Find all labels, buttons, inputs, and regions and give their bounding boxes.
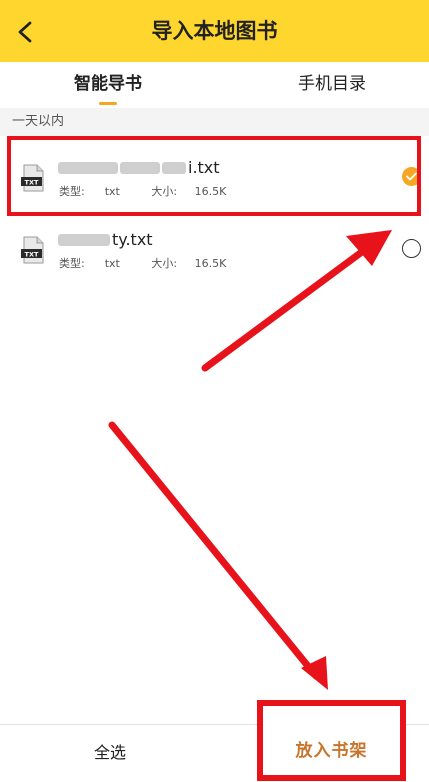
tab-phone-directory[interactable]: 手机目录 [262,62,402,108]
txt-file-icon: TXT [21,236,44,264]
size-value: 16.5K [194,257,227,270]
file-row[interactable]: TXT i.txt 类型: txt 大小: 16.5K [0,150,429,220]
select-all-button[interactable]: 全选 [60,730,160,776]
type-value: txt [104,185,120,198]
blurred-name [162,161,186,174]
txt-file-icon: TXT [21,164,44,192]
txt-icon-label: TXT [25,250,39,258]
checkmark-icon [406,172,417,181]
section-header: 一天以内 [0,108,429,136]
blurred-name [58,161,118,174]
txt-icon-label: TXT [25,178,39,186]
size-value: 16.5K [194,185,227,198]
arrow-down-right [108,421,328,690]
size-label: 大小: [151,257,178,270]
add-to-shelf-label: 放入书架 [295,741,368,761]
add-to-shelf-button[interactable]: 放入书架 [257,700,406,781]
active-tab-indicator [99,102,117,105]
file-name: ty.txt [58,230,153,249]
type-label: 类型: [59,185,85,198]
tab-bar: 智能导书 手机目录 [0,62,429,108]
file-name: i.txt [58,158,220,177]
selected-checkbox[interactable] [402,167,421,186]
file-meta: 类型: txt 大小: 16.5K [59,255,254,271]
size-label: 大小: [151,185,178,198]
file-meta: 类型: txt 大小: 16.5K [59,183,254,199]
type-label: 类型: [59,257,85,270]
file-row[interactable]: TXT ty.txt 类型: txt 大小: 16.5K [0,222,429,292]
file-name-suffix: ty.txt [112,230,153,249]
page-title: 导入本地图书 [151,19,278,43]
file-name-suffix: i.txt [188,158,220,177]
unselected-checkbox[interactable] [402,239,421,258]
blurred-name [120,161,160,174]
blurred-name [58,233,110,246]
type-value: txt [104,257,120,270]
